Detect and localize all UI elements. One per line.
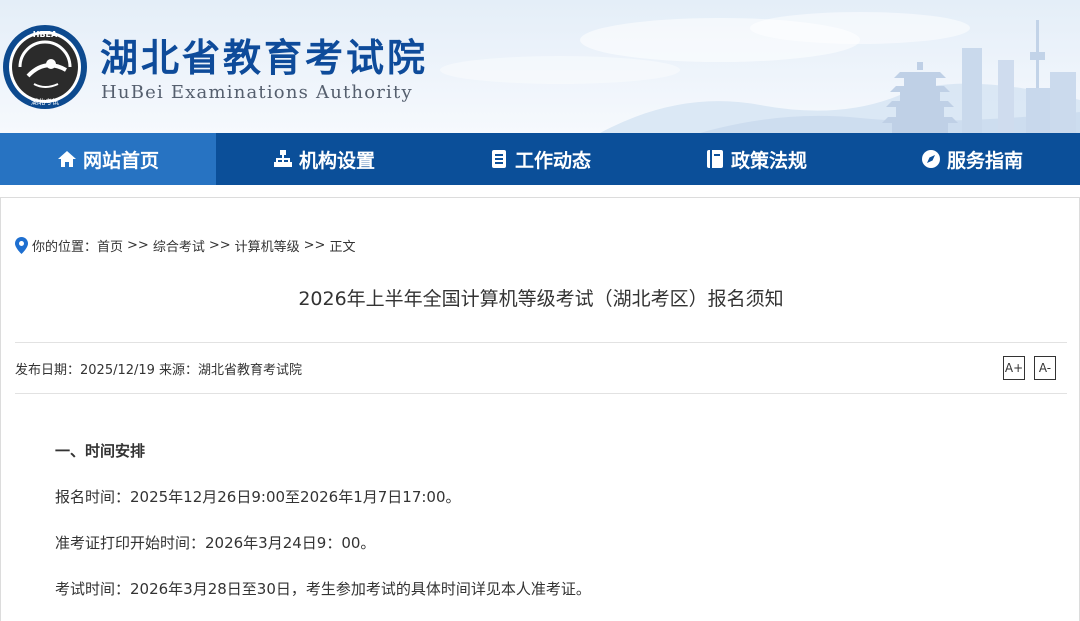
breadcrumb-computer[interactable]: 计算机等级	[235, 236, 300, 255]
site-title: 湖北省教育考试院	[100, 35, 429, 80]
paragraph-admission-ticket-time: 准考证打印开始时间：2026年3月24日9：00。	[55, 534, 376, 552]
breadcrumb-separator: >>	[303, 238, 326, 253]
section-heading: 一、时间安排	[55, 442, 146, 460]
home-icon	[57, 151, 76, 167]
logo-subtext: 湖北考试	[31, 97, 59, 106]
compass-icon	[921, 150, 940, 168]
nav-item-home[interactable]: 网站首页	[0, 133, 216, 185]
article-body: 一、时间安排 报名时间：2025年12月26日9:00至2026年1月7日17:…	[55, 441, 1055, 599]
nav-item-label: 网站首页	[82, 149, 159, 172]
site-subtitle: HuBei Examinations Authority	[101, 82, 413, 103]
font-decrease-button[interactable]: A-	[1034, 356, 1056, 380]
breadcrumb-separator: >>	[208, 238, 231, 253]
article-title: 2026年上半年全国计算机等级考试（湖北考区）报名须知	[298, 288, 784, 310]
nav-item-label: 政策法规	[730, 149, 807, 172]
nav-item-news[interactable]: 工作动态	[432, 133, 648, 185]
paragraph-registration-time: 报名时间：2025年12月26日9:00至2026年1月7日17:00。	[55, 488, 461, 506]
breadcrumb-current: 正文	[329, 240, 356, 255]
nav-item-service[interactable]: 服务指南	[864, 133, 1080, 185]
nav-item-label: 服务指南	[946, 149, 1023, 172]
location-pin-icon	[15, 237, 28, 254]
breadcrumb-home[interactable]: 首页	[97, 236, 123, 255]
breadcrumb: 你的位置： 首页 >> 综合考试 >> 计算机等级 >> 正文	[15, 236, 355, 255]
nav-item-label: 工作动态	[514, 149, 591, 172]
nav-item-policy[interactable]: 政策法规	[648, 133, 864, 185]
logo-text: HBEA	[33, 30, 58, 39]
article-meta-bar: 发布日期：2025/12/19 来源：湖北省教育考试院 A+ A-	[15, 342, 1067, 394]
publish-info: 发布日期：2025/12/19 来源：湖北省教育考试院	[15, 363, 303, 378]
article-card: 你的位置： 首页 >> 综合考试 >> 计算机等级 >> 正文 2026年上半年…	[0, 197, 1080, 621]
org-chart-icon	[273, 150, 292, 167]
news-icon	[491, 150, 506, 168]
nav-item-label: 机构设置	[298, 149, 375, 172]
hbea-logo: HBEA 湖北考试	[3, 25, 87, 109]
book-icon	[706, 150, 723, 168]
breadcrumb-prefix: 你的位置：	[32, 240, 98, 255]
breadcrumb-separator: >>	[127, 238, 149, 253]
nav-item-organization[interactable]: 机构设置	[216, 133, 432, 185]
paragraph-exam-time: 考试时间：2026年3月28日至30日，考生参加考试的具体时间详见本人准考证。	[55, 580, 591, 598]
font-increase-button[interactable]: A+	[1003, 356, 1025, 380]
main-nav: 网站首页 机构设置 工作动态 政策法规 服务指南	[0, 133, 1080, 185]
breadcrumb-comprehensive[interactable]: 综合考试	[153, 236, 205, 255]
header-banner: HBEA 湖北考试 湖北省教育考试院 HuBei Examinations Au…	[0, 0, 1080, 133]
